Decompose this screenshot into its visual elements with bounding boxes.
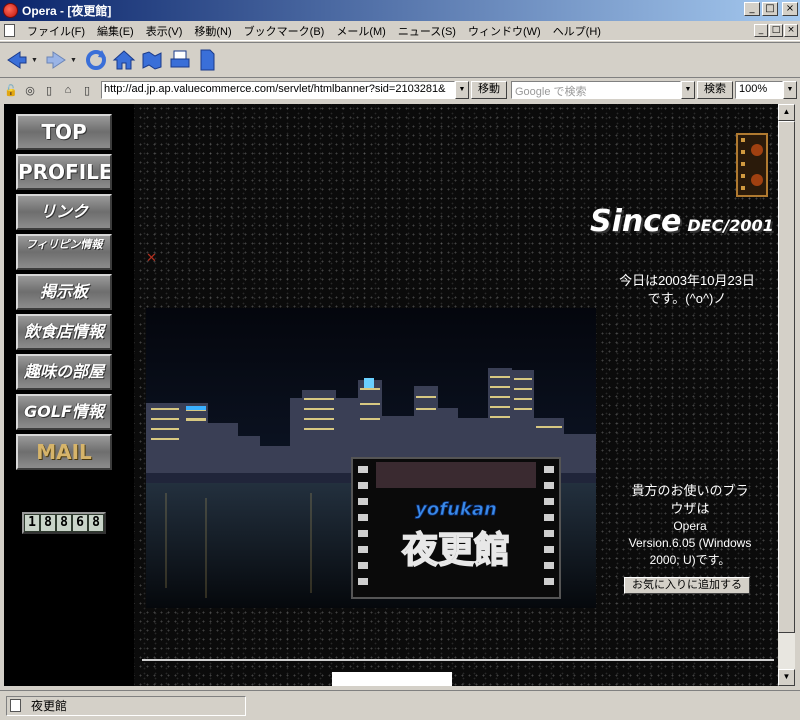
film-reel-icon [736,133,768,197]
zoom-dropdown-icon[interactable]: ▼ [783,81,797,99]
sidebar-item-hobby[interactable]: 趣味の部屋 [16,354,112,390]
doc-close-button[interactable]: × [784,24,798,37]
go-button[interactable]: 移動 [471,81,507,99]
menu-navigation[interactable]: 移動(N) [188,23,237,39]
doc-minimize-button[interactable]: _ [754,24,768,37]
address-dropdown-icon[interactable]: ▼ [455,81,469,99]
hotlist-button[interactable] [140,46,164,74]
menu-view[interactable]: 表示(V) [140,23,189,39]
counter-digit: 8 [41,515,55,531]
menu-edit[interactable]: 編集(E) [91,23,140,39]
opera-logo-icon [3,3,18,18]
sidebar-item-mail[interactable]: MAIL [16,434,112,470]
sidebar-item-links[interactable]: リンク [16,194,112,230]
city-night-photo: yofukan 夜更館 [146,308,596,608]
menu-help[interactable]: ヘルプ(H) [547,23,607,39]
secure-lock-icon[interactable]: ⌂ [61,83,75,97]
forward-arrow-icon [46,51,66,69]
menu-bar: ファイル(F) 編集(E) 表示(V) 移動(N) ブックマーク(B) メール(… [0,21,800,41]
page-content: TOP PROFILE リンク フィリピン情報 掲示板 飲食店情報 趣味の部屋 … [4,104,778,686]
status-text: 夜更館 [31,699,68,713]
sidebar-item-golf[interactable]: GOLF情報 [16,394,112,430]
counter-digit: 1 [25,515,39,531]
back-arrow-icon [7,51,27,69]
navigation-toolbar: ▼ ▼ [0,42,800,78]
print-icon [170,50,190,68]
forward-dropdown-icon[interactable]: ▼ [70,57,77,64]
sidebar-item-restaurants[interactable]: 飲食店情報 [16,314,112,350]
scroll-up-icon[interactable]: ▲ [778,104,795,121]
horizontal-rule [142,659,774,661]
home-icon [112,50,136,70]
yofukan-logo: yofukan 夜更館 [351,457,561,599]
address-input[interactable]: http://ad.jp.ap.valuecommerce.com/servle… [101,81,455,99]
menu-file[interactable]: ファイル(F) [21,23,91,39]
window-title: Opera - [夜更館] [22,4,112,18]
since-heading: Since DEC/2001 [590,204,774,239]
add-to-favorites-button[interactable]: お気に入りに追加する [624,577,750,594]
home-button[interactable] [112,46,136,74]
broken-image-icon: ✕ [146,250,157,265]
document-window-controls: _ □ × [754,24,798,37]
new-page-button[interactable] [196,46,218,74]
scroll-down-icon[interactable]: ▼ [778,669,795,686]
reload-button[interactable] [84,46,108,74]
title-bar: Opera - [夜更館] _ □ × [0,0,800,21]
search-input[interactable]: Google で検索 [511,81,681,99]
counter-digit: 8 [57,515,71,531]
scroll-thumb[interactable] [778,121,795,633]
maximize-button[interactable]: □ [762,2,778,16]
address-toolbar: 🔓 ◎ ▯ ⌂ ▯ http://ad.jp.ap.valuecommerce.… [0,79,800,101]
search-dropdown-icon[interactable]: ▼ [681,81,695,99]
menu-bookmarks[interactable]: ブックマーク(B) [238,23,331,39]
security-icon[interactable]: 🔓 [4,83,18,97]
status-panel: 夜更館 [6,695,246,716]
browser-info-text: 貴方のお使いのブラ ウザは Opera Version.6.05 (Window… [628,483,752,567]
menu-news[interactable]: ニュース(S) [392,23,462,39]
menu-mail[interactable]: メール(M) [330,23,392,39]
sidebar-item-top[interactable]: TOP [16,114,112,150]
bookmark-page-icon[interactable]: ▯ [80,83,94,97]
window-controls: _ □ × [744,2,798,16]
reload-icon [85,50,106,70]
sidebar-item-bbs[interactable]: 掲示板 [16,274,112,310]
back-button[interactable]: ▼ [6,46,41,74]
forward-button[interactable]: ▼ [45,46,80,74]
svg-text:yofukan: yofukan [415,499,497,520]
new-page-icon [200,49,215,71]
counter-digit: 8 [89,515,103,531]
svg-text:夜更館: 夜更館 [401,529,510,571]
zoom-field[interactable]: 100% [735,81,783,99]
close-button[interactable]: × [782,2,798,16]
banner-placeholder [332,672,452,686]
cookie-icon[interactable]: ◎ [23,83,37,97]
document-icon [4,24,15,37]
back-dropdown-icon[interactable]: ▼ [31,57,38,64]
today-date-text: 今日は2003年10月23日 です。(^o^)ノ [619,273,755,306]
doc-restore-button[interactable]: □ [769,24,783,37]
hotlist-icon [142,51,162,70]
skyline-image: yofukan 夜更館 [146,308,596,608]
search-button[interactable]: 検索 [697,81,733,99]
sidebar: TOP PROFILE リンク フィリピン情報 掲示板 飲食店情報 趣味の部屋 … [4,104,134,686]
menu-window[interactable]: ウィンドウ(W) [462,23,547,39]
sidebar-item-profile[interactable]: PROFILE [16,154,112,190]
minimize-button[interactable]: _ [744,2,760,16]
status-page-icon [10,699,21,712]
sidebar-item-philippines[interactable]: フィリピン情報 [16,234,112,270]
access-counter: 18868 [22,512,106,534]
status-bar: 夜更館 [0,690,800,720]
vertical-scrollbar[interactable]: ▲ ▼ [778,104,795,686]
page-icon[interactable]: ▯ [42,83,56,97]
print-button[interactable] [168,46,192,74]
counter-digit: 6 [73,515,87,531]
